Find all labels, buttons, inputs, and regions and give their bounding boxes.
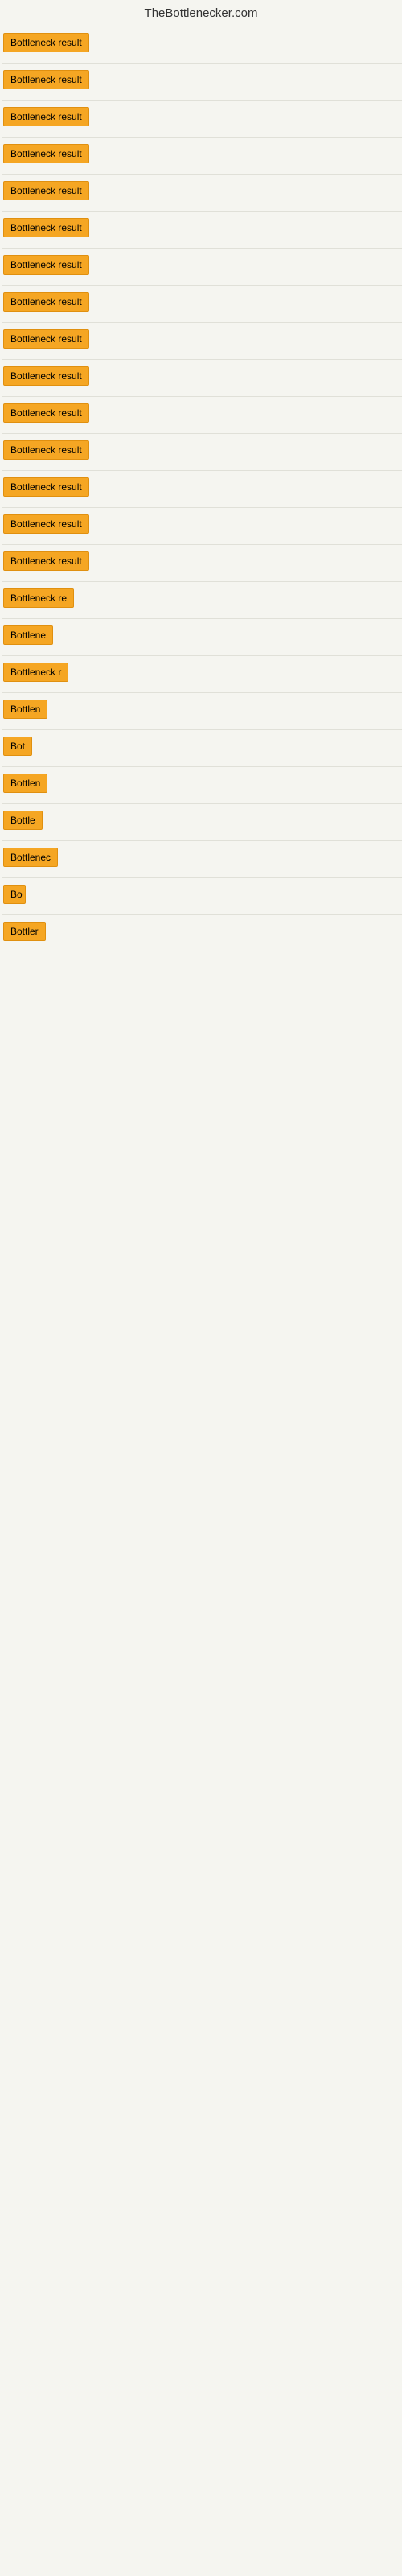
bottleneck-badge-15[interactable]: Bottleneck result: [3, 551, 89, 571]
result-row-19[interactable]: Bottlen: [2, 693, 402, 730]
result-row-3[interactable]: Bottleneck result: [2, 101, 402, 138]
bottleneck-badge-8[interactable]: Bottleneck result: [3, 292, 89, 312]
result-row-4[interactable]: Bottleneck result: [2, 138, 402, 175]
bottleneck-badge-24[interactable]: Bo: [3, 885, 26, 904]
bottleneck-badge-6[interactable]: Bottleneck result: [3, 218, 89, 237]
results-list: Bottleneck result Bottleneck result Bottle…: [0, 27, 402, 952]
bottleneck-badge-17[interactable]: Bottlene: [3, 625, 53, 645]
site-title: TheBottlenecker.com: [0, 0, 402, 27]
result-row-20[interactable]: Bot: [2, 730, 402, 767]
result-row-24[interactable]: Bo: [2, 878, 402, 915]
page-container: TheBottlenecker.com Bottleneck resultBot…: [0, 0, 402, 952]
bottleneck-badge-16[interactable]: Bottleneck re: [3, 588, 74, 608]
result-row-1[interactable]: Bottleneck result: [2, 27, 402, 64]
result-row-2[interactable]: Bottleneck result: [2, 64, 402, 101]
bottleneck-badge-2[interactable]: Bottleneck result: [3, 70, 89, 89]
result-row-23[interactable]: Bottlenec: [2, 841, 402, 878]
bottleneck-badge-14[interactable]: Bottleneck result: [3, 514, 89, 534]
result-row-15[interactable]: Bottleneck result: [2, 545, 402, 582]
bottleneck-badge-11[interactable]: Bottleneck result: [3, 403, 89, 423]
result-row-10[interactable]: Bottleneck result: [2, 360, 402, 397]
result-row-11[interactable]: Bottleneck result: [2, 397, 402, 434]
result-row-9[interactable]: Bottleneck result: [2, 323, 402, 360]
result-row-5[interactable]: Bottleneck result: [2, 175, 402, 212]
result-row-22[interactable]: Bottle: [2, 804, 402, 841]
bottleneck-badge-10[interactable]: Bottleneck result: [3, 366, 89, 386]
bottleneck-badge-3[interactable]: Bottleneck result: [3, 107, 89, 126]
bottleneck-badge-20[interactable]: Bot: [3, 737, 32, 756]
result-row-7[interactable]: Bottleneck result: [2, 249, 402, 286]
result-row-14[interactable]: Bottleneck result: [2, 508, 402, 545]
bottleneck-badge-19[interactable]: Bottlen: [3, 700, 47, 719]
bottleneck-badge-21[interactable]: Bottlen: [3, 774, 47, 793]
result-row-8[interactable]: Bottleneck result: [2, 286, 402, 323]
bottleneck-badge-12[interactable]: Bottleneck result: [3, 440, 89, 460]
bottleneck-badge-9[interactable]: Bottleneck result: [3, 329, 89, 349]
result-row-13[interactable]: Bottleneck result: [2, 471, 402, 508]
result-row-16[interactable]: Bottleneck re: [2, 582, 402, 619]
result-row-6[interactable]: Bottleneck result: [2, 212, 402, 249]
bottleneck-badge-22[interactable]: Bottle: [3, 811, 43, 830]
bottleneck-badge-23[interactable]: Bottlenec: [3, 848, 58, 867]
result-row-17[interactable]: Bottlene: [2, 619, 402, 656]
result-row-21[interactable]: Bottlen: [2, 767, 402, 804]
bottleneck-badge-18[interactable]: Bottleneck r: [3, 663, 68, 682]
bottleneck-badge-7[interactable]: Bottleneck result: [3, 255, 89, 275]
bottleneck-badge-1[interactable]: Bottleneck result: [3, 33, 89, 52]
bottleneck-badge-13[interactable]: Bottleneck result: [3, 477, 89, 497]
result-row-25[interactable]: Bottler: [2, 915, 402, 952]
bottleneck-badge-5[interactable]: Bottleneck result: [3, 181, 89, 200]
bottleneck-badge-4[interactable]: Bottleneck result: [3, 144, 89, 163]
result-row-18[interactable]: Bottleneck r: [2, 656, 402, 693]
result-row-12[interactable]: Bottleneck result: [2, 434, 402, 471]
site-header: TheBottlenecker.com: [0, 0, 402, 27]
bottleneck-badge-25[interactable]: Bottler: [3, 922, 46, 941]
